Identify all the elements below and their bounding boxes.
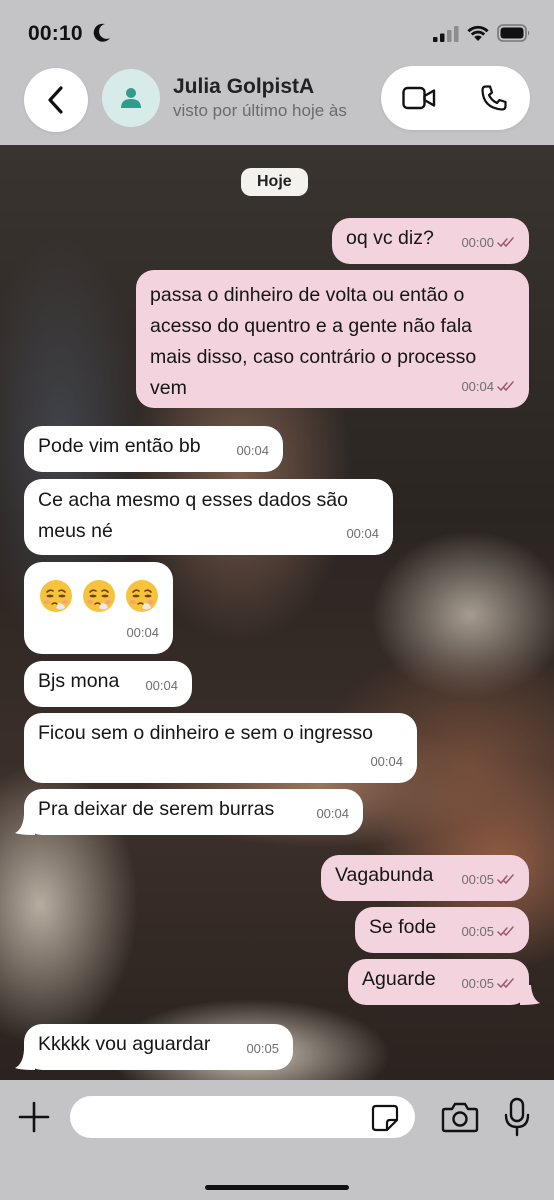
message-time: 00:04 <box>126 625 159 640</box>
message-text: Pra deixar de serem burras <box>38 798 275 820</box>
message-bubble-incoming[interactable]: Ce acha mesmo q esses dados são meus né … <box>24 479 393 555</box>
message-time: 00:05 <box>246 1041 279 1056</box>
battery-icon <box>497 24 530 42</box>
message-bubble-outgoing[interactable]: oq vc diz? 00:00 <box>332 218 529 264</box>
sticker-icon[interactable] <box>371 1104 399 1132</box>
message-bubble-incoming[interactable]: Bjs mona 00:04 <box>24 661 192 707</box>
video-camera-icon <box>402 86 436 110</box>
message-text-line: acesso do quentro e a gente não fala <box>150 315 472 337</box>
message-input[interactable] <box>70 1096 415 1138</box>
back-button[interactable] <box>24 68 88 132</box>
message-bubble-outgoing[interactable]: Vagabunda 00:05 <box>321 855 529 901</box>
message-bubble-outgoing[interactable]: Aguarde 00:05 <box>348 959 529 1005</box>
message-text: Pode vim então bb <box>38 435 201 457</box>
chat-header: Julia GolpistA visto por último hoje às <box>0 62 554 145</box>
message-bubble-incoming[interactable]: Pode vim então bb 00:04 <box>24 426 283 472</box>
message-text-line: mais disso, caso contrário o processo <box>150 346 477 368</box>
message-text-line: vem <box>150 377 187 399</box>
moon-icon <box>93 23 110 42</box>
message-time: 00:04 <box>145 678 178 693</box>
bubble-tail <box>15 1050 35 1070</box>
message-time: 00:04 <box>461 379 494 394</box>
message-meta: 00:04 <box>126 617 159 648</box>
message-bubble-incoming[interactable]: 00:04 <box>24 562 173 654</box>
double-check-icon <box>497 381 514 392</box>
message-meta: 00:04 <box>236 435 269 466</box>
message-meta: 00:05 <box>461 916 515 947</box>
message-bubble-outgoing[interactable]: Se fode 00:05 <box>355 907 529 953</box>
double-check-icon <box>497 874 514 885</box>
message-time: 00:00 <box>461 235 494 250</box>
message-meta: 00:04 <box>346 518 379 549</box>
message-meta: 00:04 <box>370 746 403 777</box>
message-text-line: meus né <box>38 520 113 542</box>
message-meta: 00:05 <box>461 968 515 999</box>
pleading-face-icon <box>40 580 72 613</box>
pleading-face-icon <box>83 580 115 613</box>
person-icon <box>121 88 141 108</box>
pleading-face-icon <box>126 580 158 613</box>
message-time: 00:04 <box>370 754 403 769</box>
voice-call-button[interactable] <box>477 81 511 115</box>
contact-last-seen[interactable]: visto por último hoje às <box>173 101 363 121</box>
message-text: Ficou sem o dinheiro e sem o ingresso <box>38 722 373 744</box>
bubble-tail <box>520 985 540 1005</box>
message-composer <box>0 1080 554 1200</box>
message-time: 00:05 <box>461 872 494 887</box>
wifi-icon <box>467 25 489 41</box>
message-time: 00:04 <box>316 806 349 821</box>
double-check-icon <box>497 237 514 248</box>
signal-icon <box>433 26 459 42</box>
message-bubble-incoming[interactable]: Pra deixar de serem burras 00:04 <box>24 789 363 835</box>
message-time: 00:04 <box>236 443 269 458</box>
message-time: 00:05 <box>461 924 494 939</box>
message-text-line: Ce acha mesmo q esses dados são <box>38 489 349 511</box>
microphone-icon[interactable] <box>503 1097 531 1137</box>
message-bubble-incoming[interactable]: Ficou sem o dinheiro e sem o ingresso 00… <box>24 713 417 783</box>
message-bubble-incoming[interactable]: Kkkkk vou aguardar 00:05 <box>24 1024 293 1070</box>
message-meta: 00:04 <box>461 371 515 402</box>
call-buttons-group <box>381 66 530 130</box>
plus-icon[interactable] <box>17 1100 51 1134</box>
message-text: Kkkkk vou aguardar <box>38 1033 211 1055</box>
message-meta: 00:05 <box>461 864 515 895</box>
message-bubble-outgoing[interactable]: passa o dinheiro de volta ou então o ace… <box>136 270 529 408</box>
camera-icon[interactable] <box>441 1101 479 1133</box>
home-indicator[interactable] <box>205 1185 349 1190</box>
message-meta: 00:04 <box>145 670 178 701</box>
message-time: 00:04 <box>346 526 379 541</box>
status-bar: 00:10 <box>0 0 554 62</box>
bubble-tail <box>15 815 35 835</box>
message-time: 00:05 <box>461 976 494 991</box>
phone-icon <box>481 85 507 111</box>
contact-avatar[interactable] <box>102 69 160 127</box>
message-text-line: passa o dinheiro de volta ou então o <box>150 284 465 306</box>
video-call-button[interactable] <box>399 82 439 114</box>
double-check-icon <box>497 978 514 989</box>
status-time: 00:10 <box>28 22 83 45</box>
double-check-icon <box>497 926 514 937</box>
message-meta: 00:04 <box>316 798 349 829</box>
emoji-row <box>38 567 159 615</box>
contact-name[interactable]: Julia GolpistA <box>173 75 314 99</box>
message-meta: 00:05 <box>246 1033 279 1064</box>
date-separator: Hoje <box>241 168 308 196</box>
message-meta: 00:00 <box>461 227 515 258</box>
back-chevron-icon <box>48 86 63 114</box>
